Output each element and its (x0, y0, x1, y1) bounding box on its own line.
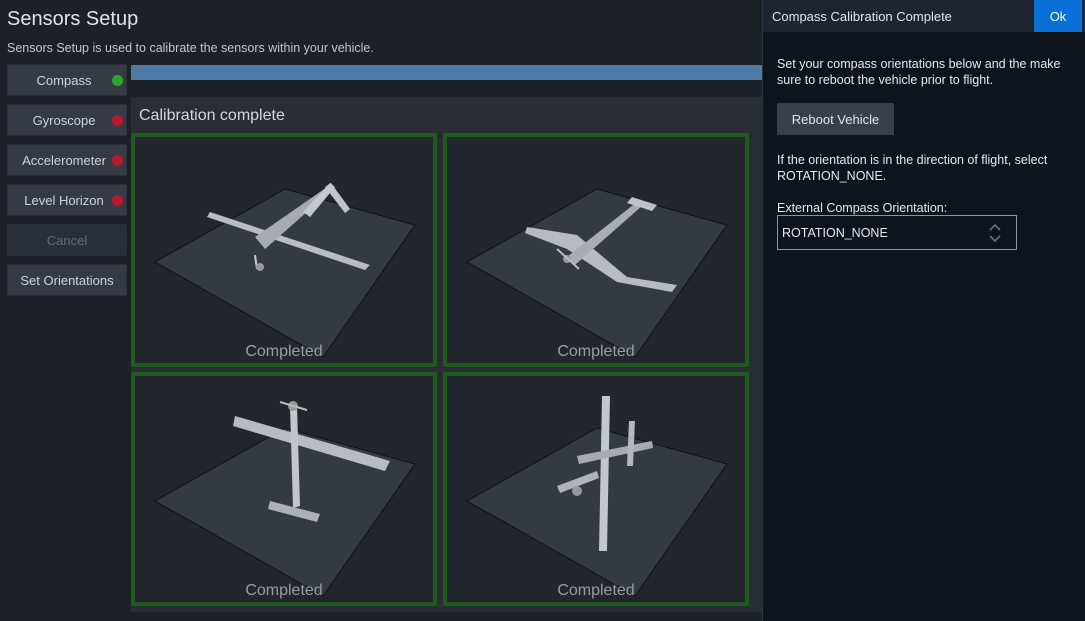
airplane-illustration (465, 188, 728, 358)
airplane-illustration (153, 183, 416, 358)
tile-status-label: Completed (557, 582, 635, 599)
orientation-tile-3: Completed (131, 372, 437, 606)
compass-button[interactable]: Compass (7, 64, 127, 96)
up-down-chevron-icon (989, 223, 1001, 243)
page-description: Sensors Setup is used to calibrate the s… (7, 41, 374, 55)
ok-button[interactable]: Ok (1034, 0, 1082, 32)
orientation-tile-4: Completed (443, 372, 749, 606)
dialog-title: Compass Calibration Complete (772, 8, 952, 24)
orientation-hint-text: If the orientation is in the direction o… (777, 153, 1048, 183)
gyroscope-status-indicator (112, 115, 123, 126)
compass-calibration-dialog: Compass Calibration Complete Ok Set your… (762, 0, 1085, 621)
airplane-illustration (153, 401, 416, 597)
external-compass-label: External Compass Orientation: (777, 201, 948, 215)
external-compass-orientation-select[interactable]: ROTATION_NONE (777, 215, 1017, 250)
level-horizon-button[interactable]: Level Horizon (7, 184, 127, 216)
level-horizon-status-indicator (112, 195, 123, 206)
tile-status-label: Completed (245, 582, 323, 599)
sidebar: Compass Gyroscope Accelerometer Level Ho… (7, 64, 127, 304)
orientation-tile-1: Completed (131, 133, 437, 367)
accelerometer-label: Accelerometer (22, 152, 106, 168)
accelerometer-status-indicator (112, 155, 123, 166)
tile-status-label: Completed (557, 343, 635, 360)
cancel-button[interactable]: Cancel (7, 224, 127, 256)
orientation-tile-2: Completed (443, 133, 749, 367)
calibration-status-title: Calibration complete (139, 107, 285, 124)
level-horizon-label: Level Horizon (24, 192, 104, 208)
calibration-panel: Calibration complete Completed Completed (131, 97, 771, 612)
orientation-selected-value: ROTATION_NONE (782, 225, 888, 240)
tile-status-label: Completed (245, 343, 323, 360)
accelerometer-button[interactable]: Accelerometer (7, 144, 127, 176)
cancel-label: Cancel (46, 232, 88, 248)
page-title: Sensors Setup (7, 8, 139, 30)
set-orientations-label: Set Orientations (20, 272, 114, 288)
gyroscope-label: Gyroscope (32, 112, 96, 128)
compass-label: Compass (36, 72, 92, 88)
calibration-progress-bar (131, 65, 771, 80)
set-orientations-button[interactable]: Set Orientations (7, 264, 127, 296)
reboot-vehicle-button[interactable]: Reboot Vehicle (777, 103, 894, 135)
dialog-instructions: Set your compass orientations below and … (777, 57, 1061, 87)
progress-fill (131, 65, 771, 80)
airplane-illustration (465, 396, 728, 597)
gyroscope-button[interactable]: Gyroscope (7, 104, 127, 136)
compass-status-indicator (112, 75, 123, 86)
